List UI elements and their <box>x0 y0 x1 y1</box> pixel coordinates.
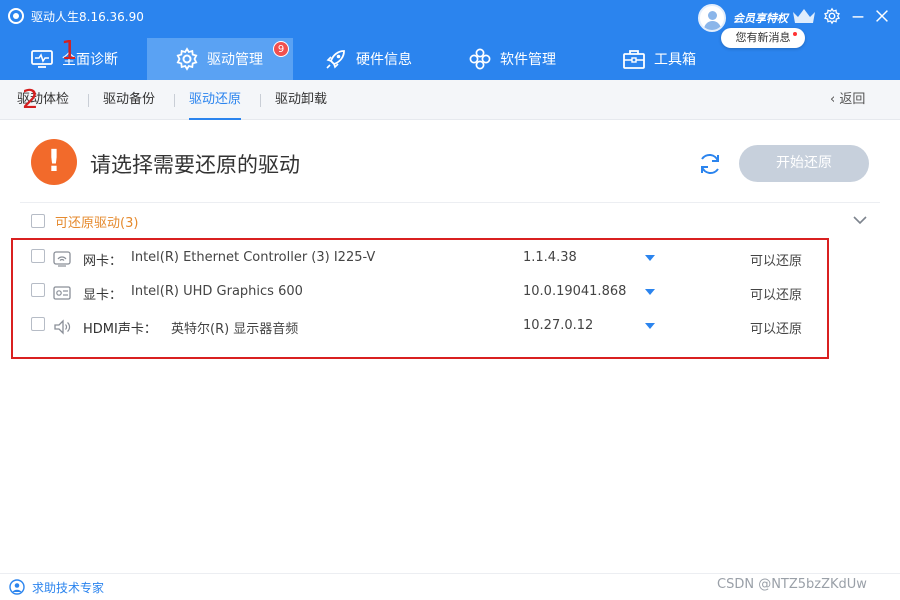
select-all-checkbox[interactable] <box>31 214 45 228</box>
close-icon[interactable] <box>873 7 891 25</box>
driver-status: 可以还原 <box>750 288 803 303</box>
driver-version: 10.0.19041.868 <box>523 284 627 299</box>
gear-icon <box>176 47 198 71</box>
app-window: 驱动人生8.16.36.90 会员享特权 您有新消息 全面诊断 驱动管理 9 硬… <box>0 0 900 600</box>
annotation-marker-2: 2 <box>22 85 39 115</box>
divider <box>88 94 89 107</box>
watermark: CSDN @NTZ5bzZKdUw <box>717 577 867 592</box>
driver-checkbox[interactable] <box>31 249 45 263</box>
unread-dot <box>793 32 797 36</box>
chevron-left-icon: ‹ <box>830 92 840 107</box>
help-link[interactable]: 求助技术专家 <box>32 579 104 596</box>
back-label: 返回 <box>839 92 866 107</box>
version-dropdown-icon[interactable] <box>645 289 655 295</box>
content-divider <box>20 202 880 203</box>
update-count-badge: 9 <box>273 41 289 57</box>
app-title: 驱动人生8.16.36.90 <box>31 10 144 24</box>
app-logo-icon <box>8 8 24 24</box>
driver-status: 可以还原 <box>750 322 803 337</box>
monitor-icon <box>31 50 53 68</box>
speaker-icon <box>54 319 71 335</box>
driver-row: 显卡： Intel(R) UHD Graphics 600 10.0.19041… <box>0 275 900 309</box>
driver-version: 1.1.4.38 <box>523 250 577 265</box>
tab-software-management[interactable]: 软件管理 <box>468 38 578 80</box>
sub-nav: 驱动体检 驱动备份 驱动还原 驱动卸载 ‹ 返回 <box>0 80 900 120</box>
user-avatar[interactable] <box>698 4 726 32</box>
warning-icon: ! <box>31 139 77 185</box>
tab-full-diagnosis[interactable]: 全面诊断 <box>30 38 140 80</box>
divider <box>260 94 261 107</box>
driver-type: HDMI声卡： <box>83 322 157 337</box>
graphics-card-icon <box>53 286 71 300</box>
divider <box>174 94 175 107</box>
rocket-icon <box>326 50 345 69</box>
main-nav: 全面诊断 驱动管理 9 硬件信息 软件管理 工具箱 <box>0 38 900 80</box>
driver-status: 可以还原 <box>750 254 803 269</box>
driver-version: 10.27.0.12 <box>523 318 594 333</box>
title-bar: 驱动人生8.16.36.90 会员享特权 您有新消息 <box>0 0 900 48</box>
start-restore-button[interactable]: 开始还原 <box>739 145 869 182</box>
driver-row: 网卡： Intel(R) Ethernet Controller (3) I22… <box>0 241 900 275</box>
minimize-icon[interactable] <box>849 7 867 25</box>
tab-driver-management[interactable]: 驱动管理 9 <box>147 38 293 80</box>
subtab-driver-backup[interactable]: 驱动备份 <box>103 80 155 120</box>
version-dropdown-icon[interactable] <box>645 323 655 329</box>
flower-icon <box>469 48 491 70</box>
tab-label: 工具箱 <box>654 52 696 68</box>
footer: 求助技术专家 CSDN @NTZ5bzZKdUw <box>0 573 900 600</box>
network-card-icon <box>53 251 71 267</box>
group-label: 可还原驱动(3) <box>55 216 139 231</box>
back-button[interactable]: ‹ 返回 <box>830 80 865 120</box>
settings-gear-icon[interactable] <box>823 7 841 25</box>
driver-checkbox[interactable] <box>31 317 45 331</box>
crown-icon[interactable] <box>791 6 817 26</box>
subtab-driver-restore[interactable]: 驱动还原 <box>189 80 242 120</box>
driver-type: 网卡： <box>83 254 123 269</box>
refresh-icon[interactable] <box>696 150 724 178</box>
driver-name: Intel(R) UHD Graphics 600 <box>131 284 303 299</box>
subtab-driver-uninstall[interactable]: 驱动卸载 <box>275 80 327 120</box>
version-dropdown-icon[interactable] <box>645 255 655 261</box>
annotation-marker-1: 1 <box>61 36 78 66</box>
tab-hardware-info[interactable]: 硬件信息 <box>324 38 434 80</box>
driver-checkbox[interactable] <box>31 283 45 297</box>
chevron-down-icon[interactable] <box>852 214 868 226</box>
driver-type: 显卡： <box>83 288 123 303</box>
tab-label: 硬件信息 <box>356 52 412 68</box>
tab-label: 软件管理 <box>500 52 556 68</box>
driver-name: Intel(R) Ethernet Controller (3) I225-V <box>131 250 376 265</box>
page-title: 请选择需要还原的驱动 <box>90 153 300 177</box>
driver-name: 英特尔(R) 显示器音频 <box>171 322 299 337</box>
driver-row: HDMI声卡： 英特尔(R) 显示器音频 10.27.0.12 可以还原 <box>0 309 900 343</box>
header: 驱动人生8.16.36.90 会员享特权 您有新消息 全面诊断 驱动管理 9 硬… <box>0 0 900 80</box>
tab-label: 驱动管理 <box>207 52 263 68</box>
tab-toolbox[interactable]: 工具箱 <box>622 38 722 80</box>
toolbox-icon <box>623 50 645 69</box>
support-agent-icon[interactable] <box>9 579 25 595</box>
vip-label[interactable]: 会员享特权 <box>733 10 788 26</box>
